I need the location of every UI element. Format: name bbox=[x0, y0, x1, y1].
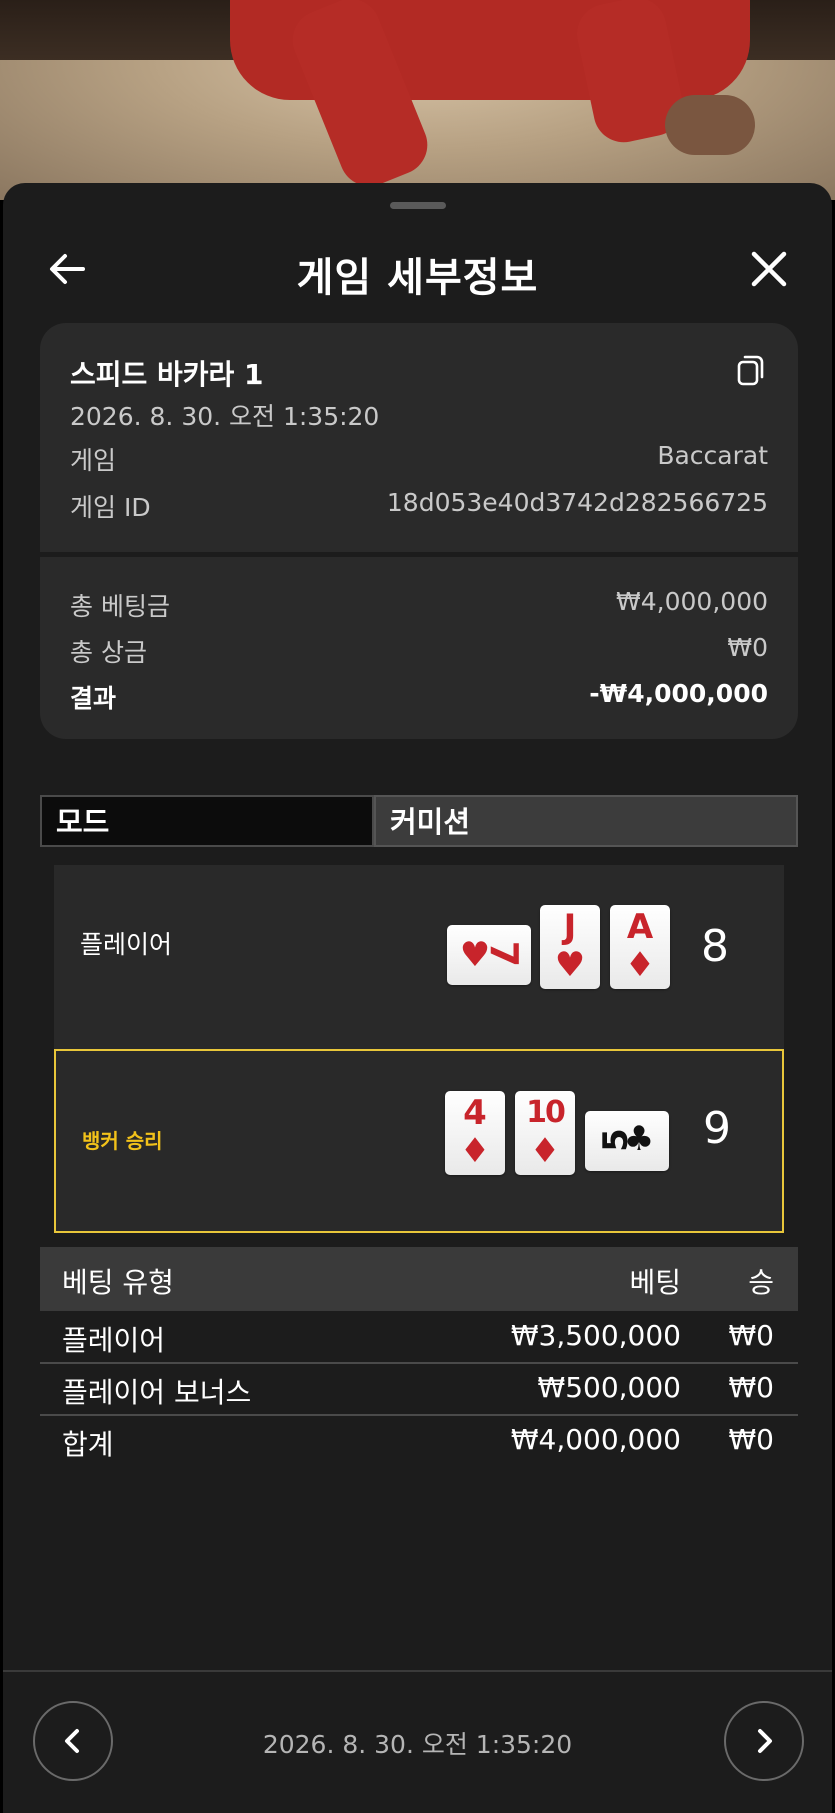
game-name: 스피드 바카라 1 bbox=[70, 358, 264, 391]
card-suit: ♦ bbox=[624, 945, 656, 985]
card-rank: 7 bbox=[482, 940, 526, 968]
result-label: 결과 bbox=[70, 684, 117, 713]
bet-type-cell: 플레이어 bbox=[62, 1324, 166, 1357]
live-video-feed bbox=[0, 0, 835, 200]
card-rank: A bbox=[626, 907, 654, 947]
chevron-right-icon bbox=[758, 1729, 772, 1753]
video-dealer-hand bbox=[665, 95, 755, 155]
bet-amount-cell: ₩500,000 bbox=[537, 1371, 681, 1404]
tab-commission[interactable]: 커미션 bbox=[374, 795, 798, 847]
card-suit: ♦ bbox=[459, 1131, 491, 1171]
table-row: 플레이어 ₩3,500,000 ₩0 bbox=[40, 1311, 798, 1364]
total-bet-label: 총 베팅금 bbox=[70, 592, 170, 621]
game-info-card: 스피드 바카라 1 2026. 8. 30. 오전 1:35:20 게임 Bac… bbox=[40, 323, 798, 739]
game-details-sheet: 게임 세부정보 스피드 바카라 1 2026. 8. 30. 오전 1:35:2… bbox=[3, 183, 832, 1813]
footer-divider bbox=[3, 1670, 832, 1672]
card-divider bbox=[40, 552, 798, 557]
copy-button[interactable] bbox=[735, 353, 767, 387]
column-header-bet-type: 베팅 유형 bbox=[62, 1266, 174, 1299]
close-button[interactable] bbox=[747, 247, 791, 291]
bet-amount-cell: ₩4,000,000 bbox=[510, 1423, 681, 1456]
game-datetime: 2026. 8. 30. 오전 1:35:20 bbox=[70, 402, 380, 431]
bet-amount-cell: ₩3,500,000 bbox=[510, 1319, 681, 1352]
total-prize-value: ₩0 bbox=[727, 633, 768, 662]
playing-card: J ♥ bbox=[540, 905, 600, 989]
player-hand-label: 플레이어 bbox=[80, 930, 173, 959]
sheet-header: 게임 세부정보 bbox=[3, 233, 832, 303]
game-type-label: 게임 bbox=[70, 446, 117, 475]
playing-card: 5 ♣ bbox=[585, 1111, 669, 1171]
card-rank: 4 bbox=[463, 1093, 487, 1133]
close-icon bbox=[751, 251, 787, 287]
tab-mode[interactable]: 모드 bbox=[40, 795, 374, 847]
banker-score: 9 bbox=[703, 1103, 731, 1154]
copy-icon bbox=[737, 355, 764, 386]
player-hand-panel: 플레이어 ♥ 7 J ♥ A ♦ 8 bbox=[54, 865, 784, 1049]
banker-hand-panel: 뱅커 승리 4 ♦ 10 ♦ 5 ♣ 9 bbox=[54, 1049, 784, 1233]
total-prize-label: 총 상금 bbox=[70, 638, 147, 667]
bet-table-header: 베팅 유형 베팅 승 bbox=[40, 1247, 798, 1311]
view-tabs: 모드 커미션 bbox=[40, 795, 798, 847]
playing-card: ♥ 7 bbox=[447, 925, 531, 985]
result-value: -₩4,000,000 bbox=[589, 679, 768, 708]
total-bet-value: ₩4,000,000 bbox=[616, 587, 768, 616]
banker-win-label: 뱅커 승리 bbox=[82, 1129, 163, 1153]
bet-type-cell: 플레이어 보너스 bbox=[62, 1376, 252, 1409]
card-suit: ♥ bbox=[554, 945, 586, 985]
player-score: 8 bbox=[701, 921, 729, 972]
game-id-label: 게임 ID bbox=[70, 493, 151, 522]
win-amount-cell: ₩0 bbox=[728, 1371, 775, 1404]
table-row-total: 합계 ₩4,000,000 ₩0 bbox=[40, 1415, 798, 1466]
card-rank: J bbox=[563, 907, 577, 947]
column-header-bet: 베팅 bbox=[629, 1266, 681, 1299]
page-title: 게임 세부정보 bbox=[296, 255, 539, 301]
game-type-value: Baccarat bbox=[657, 441, 768, 470]
bet-type-cell: 합계 bbox=[62, 1428, 114, 1461]
playing-card: 4 ♦ bbox=[445, 1091, 505, 1175]
column-header-win: 승 bbox=[748, 1266, 774, 1299]
card-suit: ♦ bbox=[529, 1131, 561, 1171]
footer-datetime: 2026. 8. 30. 오전 1:35:20 bbox=[262, 1730, 573, 1759]
card-rank: 10 bbox=[526, 1095, 566, 1130]
sheet-drag-handle[interactable] bbox=[390, 202, 446, 209]
win-amount-cell: ₩0 bbox=[728, 1319, 775, 1352]
playing-card: 10 ♦ bbox=[515, 1091, 575, 1175]
table-row: 플레이어 보너스 ₩500,000 ₩0 bbox=[40, 1363, 798, 1416]
playing-card: A ♦ bbox=[610, 905, 670, 989]
win-amount-cell: ₩0 bbox=[728, 1423, 775, 1456]
game-id-value: 18d053e40d3742d282566725 bbox=[386, 488, 768, 517]
next-game-button[interactable] bbox=[724, 1701, 804, 1781]
card-suit: ♣ bbox=[623, 1119, 655, 1159]
